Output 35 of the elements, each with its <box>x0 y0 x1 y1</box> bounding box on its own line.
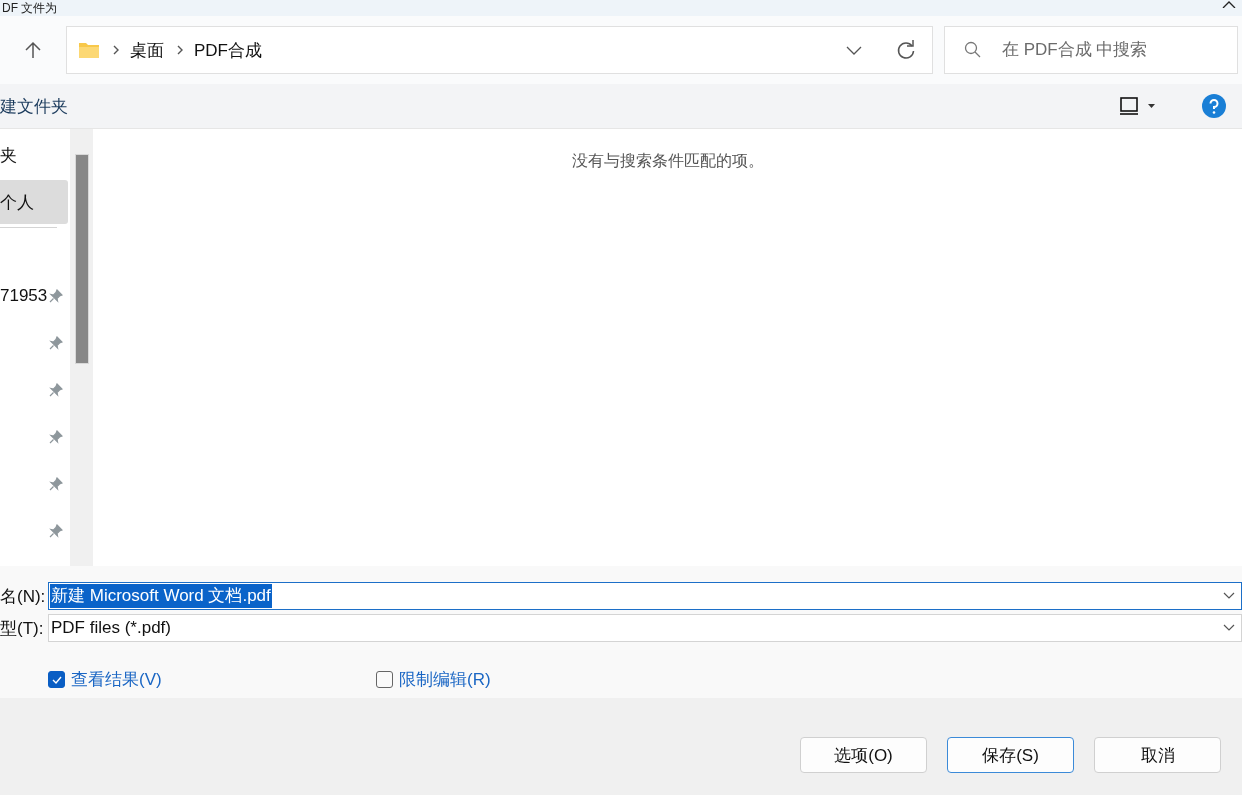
up-arrow-icon <box>24 41 42 59</box>
window-icon <box>1120 97 1140 115</box>
help-button[interactable] <box>1202 94 1226 118</box>
checkbox-option[interactable]: 查看结果(V) <box>48 668 376 691</box>
caret-icon <box>1148 103 1156 109</box>
address-bar[interactable]: 桌面 PDF合成 <box>66 26 933 74</box>
checkbox-option[interactable]: 限制编辑(R) <box>376 668 704 691</box>
sidebar-item[interactable]: 71953 <box>0 274 68 318</box>
chevron-right-icon <box>176 45 184 55</box>
new-folder-button[interactable]: 建文件夹 <box>0 94 68 118</box>
folder-icon <box>78 41 100 59</box>
field-label: 名(N): <box>0 585 42 608</box>
chevron-right-icon <box>112 45 120 55</box>
view-button[interactable] <box>1120 97 1156 115</box>
chevron-down-icon <box>1223 592 1235 600</box>
empty-message: 没有与搜索条件匹配的项。 <box>571 151 764 171</box>
dialog-button[interactable]: 保存(S) <box>947 737 1074 773</box>
filename-field[interactable]: 新建 Microsoft Word 文档.pdf <box>48 582 1242 610</box>
close-icon <box>1222 0 1236 8</box>
field-label: 型(T): <box>0 617 42 640</box>
breadcrumb-item[interactable]: PDF合成 <box>194 38 262 62</box>
sidebar-item[interactable]: 个人 <box>0 180 68 224</box>
scrollbar-thumb[interactable] <box>75 154 89 364</box>
refresh-icon <box>896 40 916 60</box>
file-type-dropdown[interactable]: PDF files (*.pdf) <box>48 614 1242 642</box>
chevron-down-icon <box>1223 624 1235 632</box>
breadcrumb-item[interactable]: 桌面 <box>130 38 164 62</box>
sidebar-item[interactable]: 夹 <box>0 133 68 177</box>
search-field[interactable]: 在 PDF合成 中搜索 <box>944 26 1238 74</box>
help-icon <box>1202 94 1226 118</box>
window-title: DF 文件为 <box>1 1 58 15</box>
dialog-button[interactable]: 选项(O) <box>800 737 927 773</box>
dialog-button[interactable]: 取消 <box>1094 737 1221 773</box>
chevron-down-icon <box>846 45 862 55</box>
check-icon <box>50 674 63 685</box>
